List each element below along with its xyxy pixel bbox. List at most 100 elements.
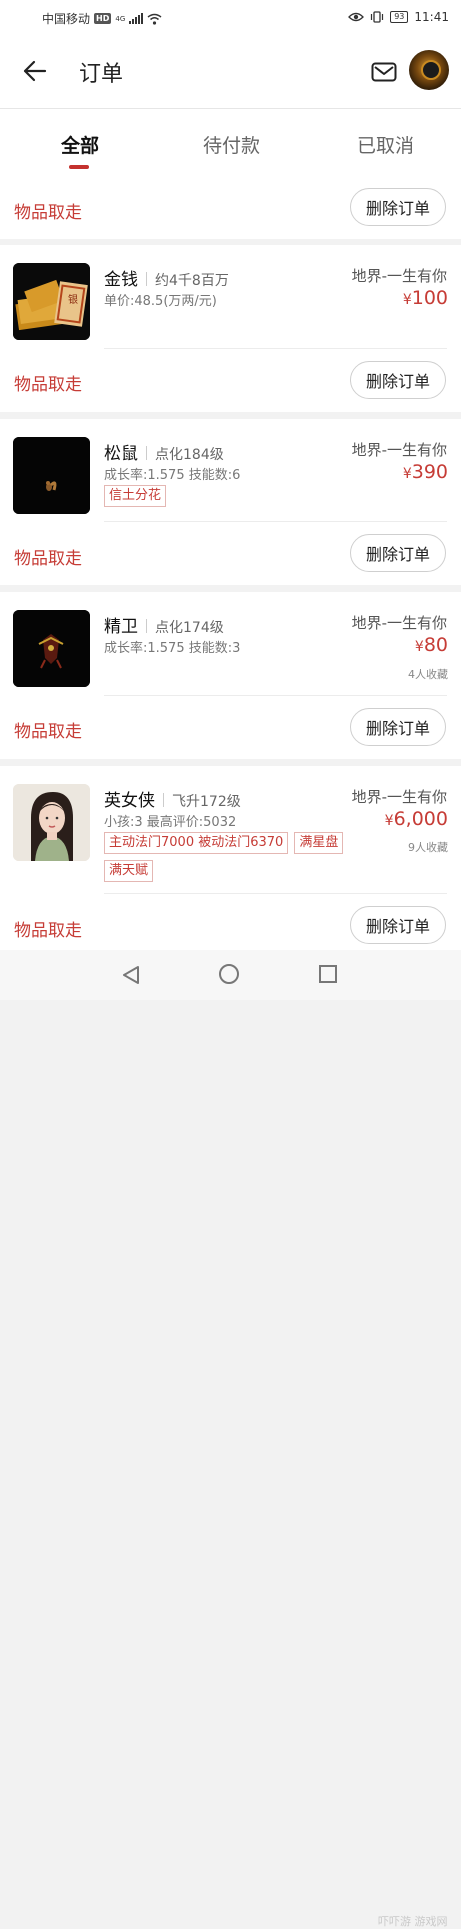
item-name: 金钱 (104, 270, 138, 290)
delete-order-button[interactable]: 删除订单 (350, 708, 446, 746)
order-card-partial: 物品取走 删除订单 (0, 181, 461, 239)
pickup-status: 物品取走 (14, 203, 82, 223)
divider (146, 446, 147, 460)
favorites-count: 9人收藏 (408, 841, 448, 854)
delete-order-button[interactable]: 删除订单 (350, 906, 446, 944)
price-value: 100 (411, 287, 448, 309)
item-title[interactable]: 松鼠 点化184级 (104, 439, 224, 464)
item-name: 精卫 (104, 617, 138, 637)
item-title[interactable]: 精卫 点化174级 (104, 612, 224, 637)
card-divider (104, 348, 447, 349)
card-divider (104, 695, 447, 696)
item-tagline: 约4千8百万 (155, 273, 229, 289)
item-name: 松鼠 (104, 444, 138, 464)
card-divider (104, 521, 447, 522)
tab-pending-payment[interactable]: 待付款 (203, 131, 260, 158)
mail-icon (371, 62, 397, 82)
hd-badge: HD (94, 13, 112, 24)
clock: 11:41 (414, 10, 449, 24)
squirrel-image (13, 437, 90, 514)
item-price: ¥6,000 (385, 808, 448, 830)
divider (146, 619, 147, 633)
item-title[interactable]: 金钱 约4千8百万 (104, 265, 229, 290)
item-price: ¥100 (403, 287, 448, 309)
back-arrow-icon (23, 60, 47, 82)
item-detail: 成长率:1.575 技能数:3 (104, 641, 241, 656)
carrier-name: 中国移动 (42, 12, 91, 26)
pickup-status: 物品取走 (14, 549, 82, 569)
delete-order-button[interactable]: 删除订单 (350, 361, 446, 399)
server-name: 地界-一生有你 (351, 267, 447, 285)
signal-icon (129, 13, 144, 24)
status-bar: 中国移动 HD 4G 93 11:41 (0, 0, 461, 36)
gold-bills-image: 银 (13, 263, 90, 340)
item-thumbnail[interactable] (13, 784, 90, 861)
svg-text:银: 银 (68, 293, 78, 306)
item-detail: 小孩:3 最高评价:5032 (104, 815, 237, 830)
currency-symbol: ¥ (402, 466, 412, 482)
wifi-icon (147, 13, 162, 25)
back-button[interactable] (18, 54, 52, 88)
price-value: 80 (423, 634, 448, 656)
network-type: 4G (115, 14, 126, 23)
battery-icon: 93 (390, 11, 409, 23)
system-nav-bar: 吓吓游 游戏网 (0, 950, 461, 1928)
item-thumbnail[interactable] (13, 610, 90, 687)
nav-back-icon[interactable] (121, 965, 141, 985)
item-tag: 主动法门7000 被动法门6370 (104, 832, 289, 854)
nav-home-icon[interactable] (219, 964, 239, 984)
eye-icon (348, 12, 365, 22)
status-right: 93 11:41 (348, 10, 449, 24)
delete-order-button[interactable]: 删除订单 (350, 188, 446, 226)
price-value: 390 (411, 461, 448, 483)
item-detail: 成长率:1.575 技能数:6 (104, 468, 241, 483)
item-tagline: 点化184级 (155, 447, 224, 463)
server-name: 地界-一生有你 (351, 788, 447, 806)
divider (146, 272, 147, 286)
nav-recent-icon[interactable] (319, 965, 337, 983)
order-card: 银 金钱 约4千8百万 单价:48.5(万两/元) 地界-一生有你 ¥100 物品… (0, 245, 461, 412)
item-price: ¥80 (415, 634, 448, 656)
user-avatar[interactable] (409, 50, 449, 90)
item-tag: 满星盘 (294, 832, 344, 854)
item-tagline: 飞升172级 (172, 794, 241, 810)
jingwei-bird-image (13, 610, 90, 687)
order-card: 精卫 点化174级 成长率:1.575 技能数:3 地界-一生有你 ¥80 4人收… (0, 592, 461, 759)
card-divider (104, 893, 447, 894)
order-card: 松鼠 点化184级 成长率:1.575 技能数:6 信土分花 地界-一生有你 ¥3… (0, 419, 461, 585)
item-tags: 主动法门7000 被动法门6370 满星盘 满天赋 (104, 832, 344, 882)
page-title: 订单 (79, 62, 124, 87)
currency-symbol: ¥ (402, 292, 412, 308)
item-name: 英女侠 (104, 791, 155, 811)
delete-order-button[interactable]: 删除订单 (350, 534, 446, 572)
order-card: 英女侠 飞升172级 小孩:3 最高评价:5032 主动法门7000 被动法门63… (0, 766, 461, 950)
pickup-status: 物品取走 (14, 722, 82, 742)
tab-cancelled[interactable]: 已取消 (357, 131, 414, 158)
divider (163, 793, 164, 807)
item-detail: 单价:48.5(万两/元) (104, 294, 217, 309)
server-name: 地界-一生有你 (351, 441, 447, 459)
status-left: 中国移动 HD 4G (42, 10, 162, 27)
item-title[interactable]: 英女侠 飞升172级 (104, 786, 241, 811)
item-thumbnail[interactable] (13, 437, 90, 514)
price-value: 6,000 (393, 808, 448, 830)
pickup-status: 物品取走 (14, 375, 82, 395)
app-header: 订单 (0, 36, 461, 109)
item-thumbnail[interactable]: 银 (13, 263, 90, 340)
item-tagline: 点化174级 (155, 620, 224, 636)
currency-symbol: ¥ (414, 639, 424, 655)
vibrate-icon (371, 11, 384, 23)
currency-symbol: ¥ (384, 813, 394, 829)
order-tabs: 全部 待付款 已取消 (0, 109, 461, 181)
item-price: ¥390 (403, 461, 448, 483)
tab-all[interactable]: 全部 (61, 131, 99, 158)
item-tag: 满天赋 (104, 860, 154, 882)
pickup-status: 物品取走 (14, 921, 82, 941)
active-tab-indicator (69, 165, 89, 169)
item-tags: 信土分花 (104, 485, 344, 507)
favorites-count: 4人收藏 (408, 668, 448, 681)
heroine-portrait-image (13, 784, 90, 861)
watermark: 吓吓游 游戏网 (378, 1915, 448, 1928)
mail-button[interactable] (368, 58, 400, 86)
server-name: 地界-一生有你 (351, 614, 447, 632)
